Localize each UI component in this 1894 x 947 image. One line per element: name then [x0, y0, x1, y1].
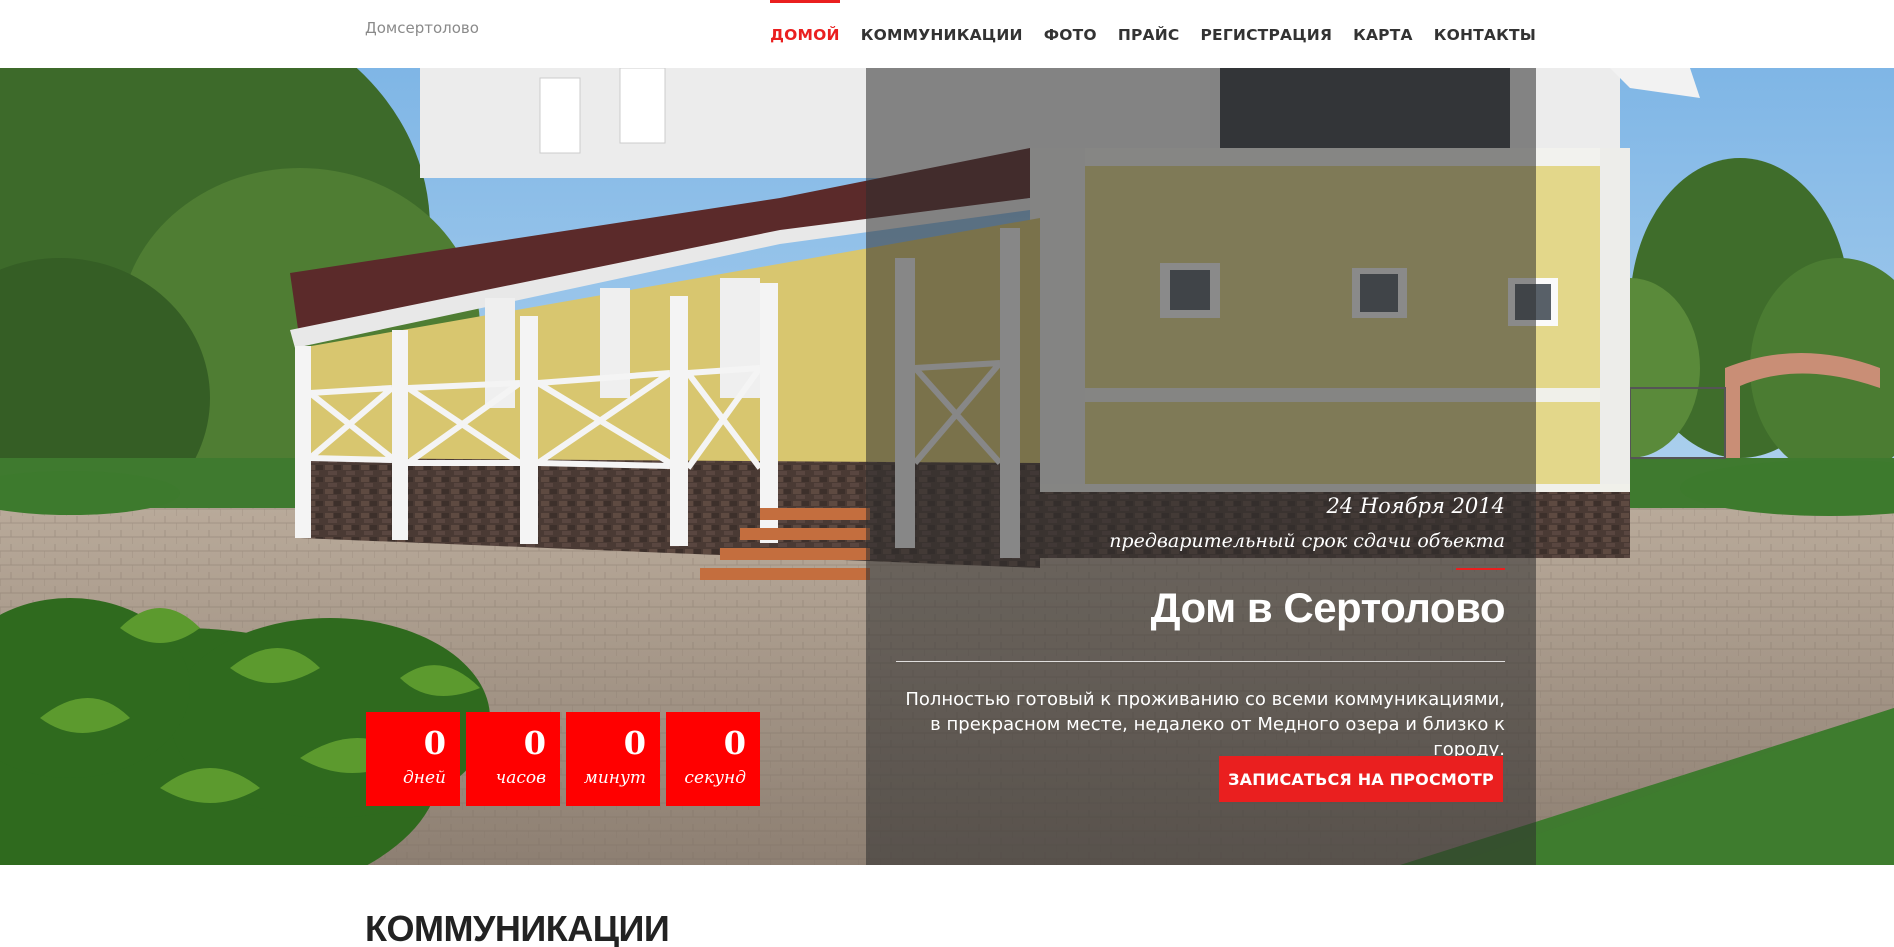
site-logo[interactable]: Домсертолово [365, 19, 479, 37]
countdown-seconds: 0 секунд [666, 712, 760, 806]
accent-divider [1456, 568, 1505, 570]
hero-title: Дом в Сертолово [1150, 584, 1506, 631]
title-divider [896, 661, 1505, 662]
countdown-value: 0 [723, 724, 746, 762]
nav-item-registration[interactable]: РЕГИСТРАЦИЯ [1201, 0, 1333, 44]
deadline-date: 24 Ноября 2014 [1326, 494, 1505, 518]
nav-item-home[interactable]: ДОМОЙ [770, 0, 840, 44]
hero-description: Полностью готовый к проживанию со всеми … [905, 689, 1505, 760]
countdown-label: секунд [684, 768, 746, 788]
countdown-value: 0 [523, 724, 546, 762]
nav-item-contacts[interactable]: КОНТАКТЫ [1434, 0, 1536, 44]
main-nav: ДОМОЙ КОММУНИКАЦИИ ФОТО ПРАЙС РЕГИСТРАЦИ… [749, 0, 1536, 68]
hero-section: 24 Ноября 2014 предварительный срок сдач… [0, 68, 1894, 865]
countdown-label: часов [495, 768, 546, 788]
countdown-value: 0 [623, 724, 646, 762]
deadline-caption: предварительный срок сдачи объекта [1109, 530, 1505, 552]
countdown-label: дней [403, 768, 446, 788]
nav-item-communications[interactable]: КОММУНИКАЦИИ [861, 0, 1023, 44]
countdown-timer: 0 дней 0 часов 0 минут 0 секунд [366, 712, 766, 806]
countdown-minutes: 0 минут [566, 712, 660, 806]
site-header: Домсертолово ДОМОЙ КОММУНИКАЦИИ ФОТО ПРА… [0, 0, 1894, 68]
countdown-days: 0 дней [366, 712, 460, 806]
countdown-value: 0 [423, 724, 446, 762]
countdown-hours: 0 часов [466, 712, 560, 806]
nav-item-map[interactable]: КАРТА [1353, 0, 1413, 44]
nav-item-price[interactable]: ПРАЙС [1118, 0, 1180, 44]
communications-section-title: КОММУНИКАЦИИ [365, 908, 670, 947]
countdown-label: минут [583, 768, 646, 788]
schedule-viewing-button[interactable]: ЗАПИСАТЬСЯ НА ПРОСМОТР [1219, 756, 1503, 802]
nav-item-photo[interactable]: ФОТО [1044, 0, 1097, 44]
